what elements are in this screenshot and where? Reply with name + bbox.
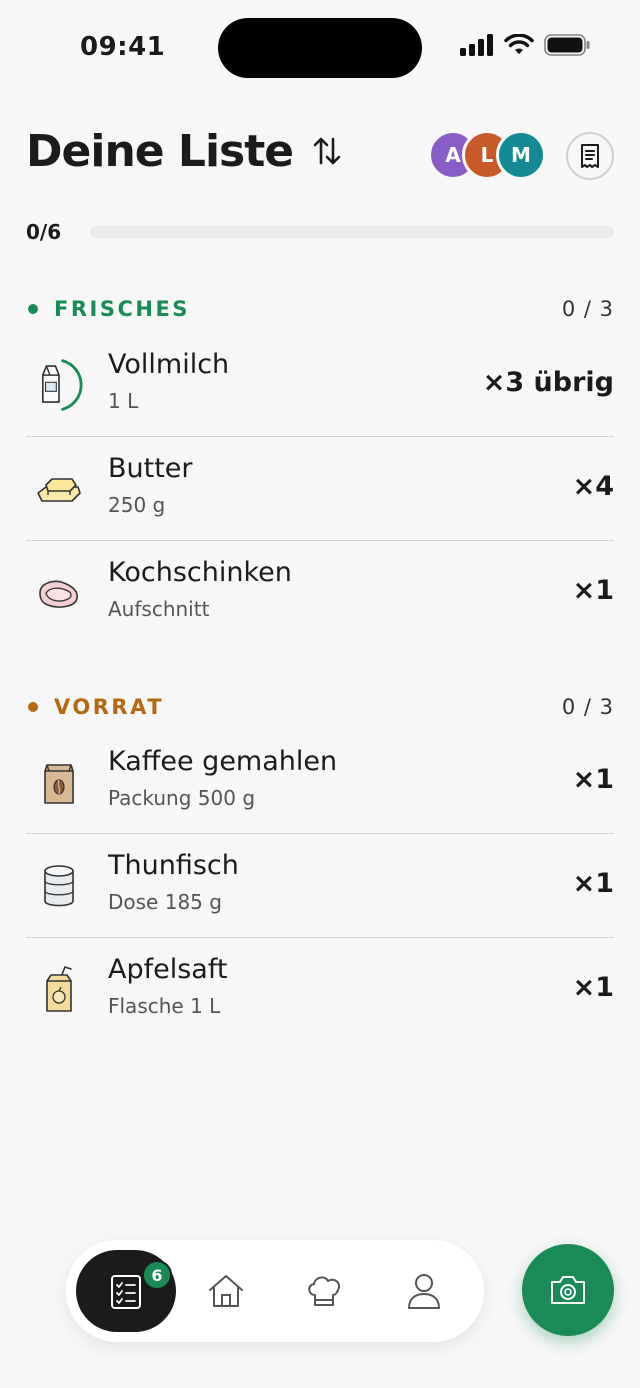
camera-icon bbox=[551, 1276, 585, 1304]
section-dot bbox=[28, 304, 38, 314]
avatar[interactable]: M bbox=[496, 130, 546, 180]
item-name: Kochschinken bbox=[108, 557, 292, 588]
dynamic-island bbox=[218, 18, 422, 78]
item-quantity: ×3 übrig bbox=[482, 367, 614, 398]
section-header-frisches: FRISCHES 0 / 3 bbox=[26, 294, 614, 324]
battery-icon bbox=[544, 34, 590, 56]
list-item[interactable]: Apfelsaft Flasche 1 L ×1 bbox=[26, 938, 614, 1042]
coffee-bag-icon bbox=[32, 752, 86, 812]
juice-box-icon bbox=[32, 960, 86, 1020]
nav-item-list[interactable]: 6 bbox=[76, 1250, 176, 1332]
section-title: VORRAT bbox=[54, 695, 165, 719]
item-name: Vollmilch bbox=[108, 349, 230, 380]
cellular-signal-icon bbox=[460, 34, 493, 56]
nav-item-recipes[interactable] bbox=[274, 1250, 374, 1332]
section-title: FRISCHES bbox=[54, 297, 190, 321]
shared-users[interactable]: A L M bbox=[428, 130, 548, 180]
section-dot bbox=[28, 702, 38, 712]
item-quantity: ×1 bbox=[572, 575, 614, 606]
milk-carton-icon bbox=[32, 355, 86, 415]
status-icons bbox=[460, 34, 590, 56]
item-detail: Dose 185 g bbox=[108, 890, 222, 914]
nav-item-profile[interactable] bbox=[374, 1250, 474, 1332]
item-detail: 250 g bbox=[108, 493, 166, 517]
tin-can-icon bbox=[32, 856, 86, 916]
item-quantity: ×1 bbox=[572, 764, 614, 795]
item-name: Butter bbox=[108, 453, 193, 484]
list-item[interactable]: Thunfisch Dose 185 g ×1 bbox=[26, 834, 614, 938]
home-icon bbox=[209, 1275, 243, 1307]
item-detail: Aufschnitt bbox=[108, 597, 210, 621]
progress-bar bbox=[90, 226, 614, 238]
section-header-vorrat: VORRAT 0 / 3 bbox=[26, 692, 614, 722]
bottom-nav: 6 bbox=[66, 1240, 484, 1342]
list-count-badge: 6 bbox=[142, 1260, 172, 1290]
scan-camera-button[interactable] bbox=[522, 1244, 614, 1336]
item-quantity: ×1 bbox=[572, 972, 614, 1003]
item-quantity: ×1 bbox=[572, 868, 614, 899]
list-item[interactable]: Kaffee gemahlen Packung 500 g ×1 bbox=[26, 730, 614, 834]
item-detail: 1 L bbox=[108, 389, 139, 413]
status-time: 09:41 bbox=[80, 32, 166, 62]
receipt-icon bbox=[581, 144, 599, 168]
sort-arrows-icon bbox=[313, 137, 341, 165]
list-item[interactable]: Vollmilch 1 L ×3 übrig bbox=[26, 333, 614, 437]
nav-item-home[interactable] bbox=[176, 1250, 276, 1332]
item-detail: Packung 500 g bbox=[108, 786, 256, 810]
wifi-icon bbox=[504, 34, 534, 54]
list-item[interactable]: Kochschinken Aufschnitt ×1 bbox=[26, 541, 614, 645]
item-name: Apfelsaft bbox=[108, 954, 228, 985]
list-icon bbox=[111, 1275, 141, 1309]
receipt-button[interactable] bbox=[566, 132, 614, 180]
butter-icon bbox=[32, 459, 86, 519]
page-title: Deine Liste bbox=[26, 126, 294, 177]
section-count: 0 / 3 bbox=[561, 695, 614, 719]
profile-icon bbox=[408, 1274, 440, 1309]
list-item[interactable]: Butter 250 g ×4 bbox=[26, 437, 614, 541]
item-name: Kaffee gemahlen bbox=[108, 746, 338, 777]
chef-hat-icon bbox=[308, 1276, 340, 1306]
sort-button[interactable] bbox=[308, 132, 346, 170]
ham-icon bbox=[32, 563, 86, 623]
item-quantity: ×4 bbox=[572, 471, 614, 502]
item-name: Thunfisch bbox=[108, 850, 239, 881]
item-detail: Flasche 1 L bbox=[108, 994, 221, 1018]
progress-label: 0/6 bbox=[26, 220, 62, 244]
status-bar: 09:41 bbox=[0, 0, 640, 96]
section-count: 0 / 3 bbox=[561, 297, 614, 321]
